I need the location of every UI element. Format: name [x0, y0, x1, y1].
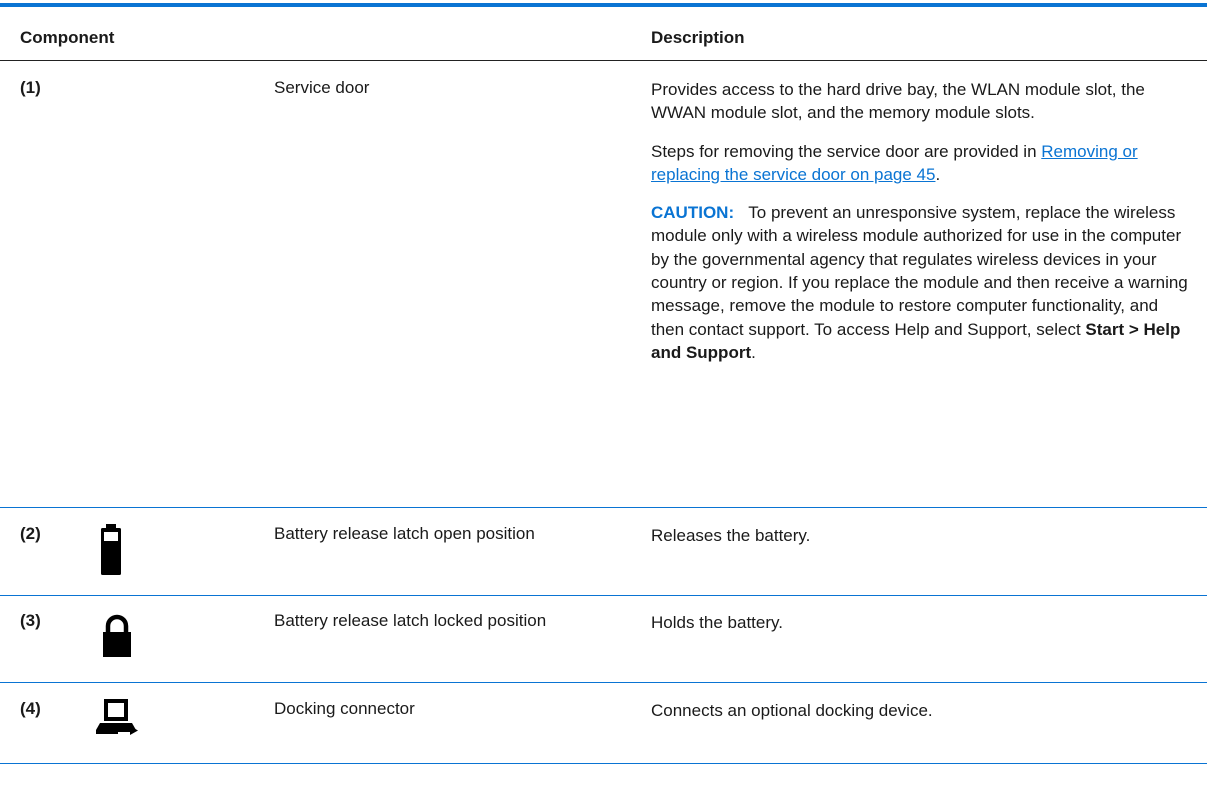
component-name: Battery release latch open position: [274, 524, 535, 543]
component-name: Service door: [274, 78, 370, 97]
caution-label: CAUTION:: [651, 203, 735, 223]
table-top-rule: [0, 3, 1207, 7]
header-divider: [0, 60, 1207, 61]
row-divider: [0, 507, 1207, 508]
row-divider: [0, 595, 1207, 596]
row-number: (1): [20, 78, 41, 97]
description-text: .: [935, 164, 941, 184]
caution-text: .: [751, 342, 756, 362]
row-number: (2): [20, 524, 41, 543]
caution-text: To prevent an unresponsive system, repla…: [651, 203, 1188, 339]
component-description: Releases the battery.: [651, 526, 811, 545]
component-name: Docking connector: [274, 699, 415, 718]
row-divider: [0, 763, 1207, 764]
component-description: Connects an optional docking device.: [651, 701, 933, 720]
row-divider: [0, 682, 1207, 683]
column-header-description: Description: [651, 28, 745, 47]
row-number: (3): [20, 611, 41, 630]
column-header-component: Component: [20, 28, 115, 47]
row-number: (4): [20, 699, 41, 718]
component-description: Provides access to the hard drive bay, t…: [651, 78, 1191, 379]
battery-icon: [100, 524, 122, 581]
description-text: Steps for removing the service door are …: [651, 141, 1042, 161]
padlock-icon: [100, 613, 134, 662]
component-name: Battery release latch locked position: [274, 611, 547, 630]
description-paragraph: Provides access to the hard drive bay, t…: [651, 80, 1145, 123]
caution-note: CAUTION: To prevent an unresponsive syst…: [651, 201, 1191, 364]
docking-computer-icon: [96, 699, 140, 744]
description-paragraph: Steps for removing the service door are …: [651, 140, 1191, 187]
component-description: Holds the battery.: [651, 613, 783, 632]
